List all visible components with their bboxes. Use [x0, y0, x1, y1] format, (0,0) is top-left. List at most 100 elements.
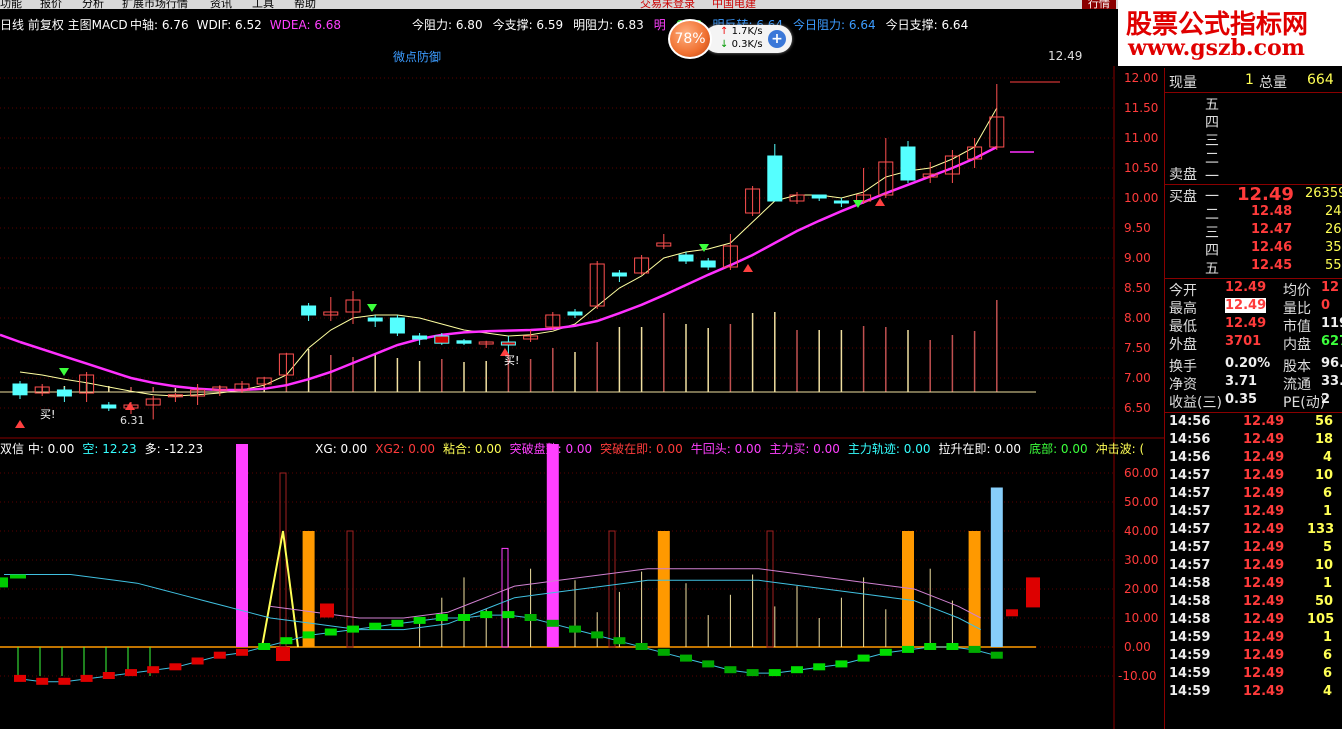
candle-body — [611, 272, 627, 277]
upload-speed: ↑ 1.7K/s — [720, 26, 763, 37]
buy-signal-label-2: 买! — [504, 354, 520, 367]
stat-label: 最低 — [1169, 319, 1197, 335]
macd-block — [413, 616, 426, 624]
tick-volume: 1 — [1323, 504, 1333, 519]
candle-body — [56, 389, 72, 397]
candle-body — [900, 146, 916, 181]
candle-body — [12, 383, 28, 396]
speed-percent-ball[interactable]: 78% — [668, 19, 712, 59]
sub-indicator-8: 牛回头: 0.00 — [690, 442, 762, 456]
macd-block — [924, 643, 937, 650]
macd-block — [213, 651, 226, 659]
sub-indicator-0: 双信 中: 0.00 — [0, 442, 75, 456]
stat-value-2: 1199 — [1321, 316, 1342, 331]
macd-block — [591, 631, 604, 639]
stat-value: 3701 — [1225, 334, 1262, 349]
buy-vol-4: 55 — [1325, 258, 1342, 273]
price-axis-tick: 9.50 — [1124, 221, 1151, 235]
tick-price: 12.49 — [1243, 666, 1285, 681]
buy-price-1: 12.48 — [1251, 204, 1293, 219]
candle-body — [301, 305, 317, 316]
macd-block — [879, 648, 892, 656]
sell-level-0: 五 — [1205, 97, 1219, 113]
tick-time: 14:58 — [1169, 594, 1211, 609]
macd-block — [746, 669, 759, 677]
sub-left-block — [0, 577, 8, 588]
buy-level-2: 三 — [1205, 225, 1219, 241]
sell-label: 卖盘 — [1169, 167, 1197, 183]
buy-price-0: 12.49 — [1237, 184, 1294, 205]
sell-arrow-icon — [699, 244, 709, 252]
candle-body — [367, 317, 383, 322]
sell-arrow-icon — [59, 368, 69, 376]
stat-label: 净资 — [1169, 377, 1197, 393]
tick-volume: 6 — [1323, 648, 1333, 663]
candle-body — [434, 335, 450, 344]
stat-label-2: 股本 — [1283, 359, 1311, 375]
sub-signal-bar — [546, 444, 559, 647]
sub-indicator-11: 拉升在即: 0.00 — [938, 442, 1022, 456]
stat-label-2: 内盘 — [1283, 337, 1311, 353]
sub-axis-tick: 50.00 — [1124, 495, 1159, 509]
total-volume-label: 总量 — [1259, 75, 1287, 91]
sell-level-1: 四 — [1205, 115, 1219, 131]
tick-price: 12.49 — [1243, 450, 1285, 465]
download-speed: ↓ 0.3K/s — [720, 39, 763, 50]
tick-volume: 4 — [1323, 684, 1333, 699]
stat-value: 12.49 — [1225, 280, 1267, 295]
candle-body — [456, 340, 472, 344]
resistance-2: 明阻力: 6.83 — [573, 18, 644, 32]
macd-block — [990, 651, 1003, 659]
macd-block — [14, 674, 26, 682]
macd-block — [502, 611, 515, 619]
macd-block — [702, 660, 715, 668]
site-watermark: 股票公式指标网 www.gszb.com — [1118, 0, 1342, 66]
macd-block — [347, 625, 359, 633]
tick-price: 12.49 — [1243, 648, 1285, 663]
price-axis-tick: 9.00 — [1124, 251, 1151, 265]
stat-label: 外盘 — [1169, 337, 1197, 353]
tick-time: 14:57 — [1169, 504, 1211, 519]
tick-price: 12.49 — [1243, 630, 1285, 645]
resistance-1: 今支撑: 6.59 — [492, 18, 564, 32]
macd-block — [302, 631, 315, 639]
macd-block — [791, 666, 803, 674]
sub-indicator-4: XG2: 0.00 — [375, 442, 436, 456]
macd-block — [324, 628, 337, 636]
macd-block — [524, 614, 537, 621]
tick-volume: 133 — [1307, 522, 1335, 537]
network-speed-widget[interactable]: ↑ 1.7K/s ↓ 0.3K/s + 78% — [668, 19, 794, 59]
macd-block — [569, 625, 581, 633]
volume-row: 现量 1 总量 664 — [1165, 72, 1342, 91]
tick-volume: 10 — [1315, 468, 1334, 483]
stat-value: 0.20% — [1225, 356, 1271, 371]
sub-indicator-3: XG: 0.00 — [315, 442, 368, 456]
plus-icon[interactable]: + — [768, 30, 786, 48]
speed-body: ↑ 1.7K/s ↓ 0.3K/s + — [704, 25, 792, 53]
stat-value: 12.49 — [1225, 298, 1267, 313]
macd-block — [191, 657, 204, 665]
stat-value-2: 12 — [1321, 280, 1340, 295]
sub-signal-bar — [236, 444, 248, 647]
sub-axis-tick: 40.00 — [1124, 524, 1159, 538]
sub-left-block — [10, 574, 26, 579]
sub-indicator-7: 突破在即: 0.00 — [600, 442, 683, 456]
tick-time: 14:56 — [1169, 450, 1211, 465]
candle-body — [700, 260, 716, 268]
price-axis-tick: 7.50 — [1124, 341, 1151, 355]
macd-block — [902, 645, 914, 653]
sub-signal-bar — [657, 531, 670, 647]
stat-value: 12.49 — [1225, 316, 1267, 331]
macd-block — [657, 648, 670, 656]
sub-hollow-bar-magenta — [501, 547, 509, 648]
tick-volume: 5 — [1323, 540, 1333, 555]
price-axis-tick: 10.50 — [1124, 161, 1159, 175]
chart-title[interactable]: 日线 前复权 主图MACD — [0, 18, 128, 32]
macd-block — [36, 677, 49, 685]
sub-axis-tick: -10.00 — [1118, 669, 1157, 683]
tick-price: 12.49 — [1243, 468, 1285, 483]
ma-magenta-line-start — [0, 333, 21, 344]
sub-indicator-9: 主力买: 0.00 — [769, 442, 840, 456]
stat-label-2: 量比 — [1283, 301, 1311, 317]
macd-block — [546, 619, 559, 627]
